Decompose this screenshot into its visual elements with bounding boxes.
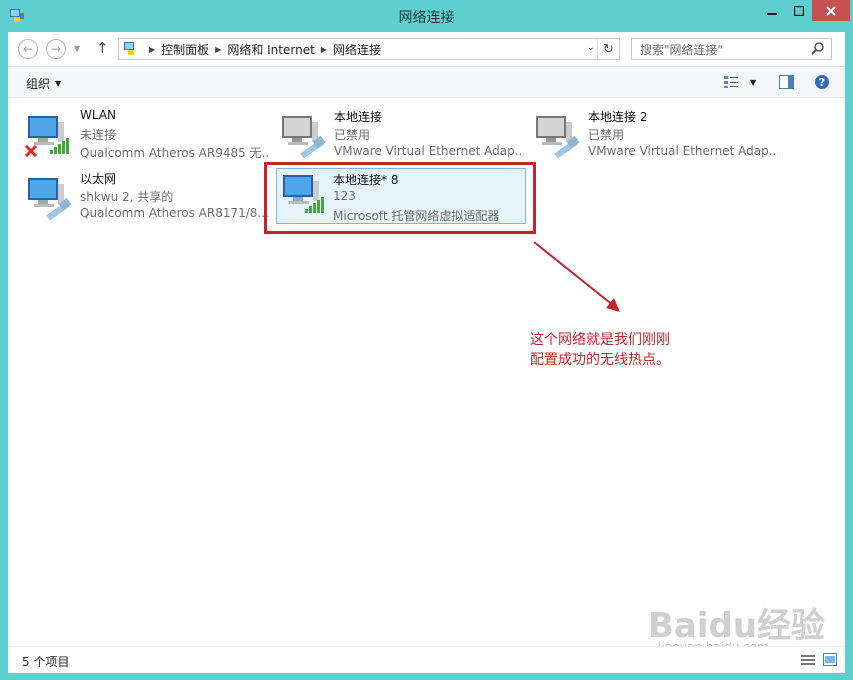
view-options-icon: [724, 76, 738, 88]
address-bar[interactable]: ▶ 控制面板 ▶ 网络和 Internet ▶ 网络连接 ⌄ ↻: [118, 38, 620, 60]
connection-name: 以太网: [80, 172, 117, 186]
connection-device: VMware Virtual Ethernet Adap...: [334, 144, 524, 158]
change-view-button[interactable]: ▼: [724, 75, 756, 89]
help-button[interactable]: ?: [814, 74, 830, 93]
control-panel-icon: [123, 40, 139, 59]
connection-name: 本地连接: [334, 110, 383, 124]
annotation-line-1: 这个网络就是我们刚刚: [530, 332, 670, 348]
search-box[interactable]: 搜索"网络连接": [631, 38, 832, 60]
connection-item-local-2[interactable]: 本地连接 2 已禁用 VMware Virtual Ethernet Adap.…: [524, 104, 778, 162]
close-button[interactable]: [812, 0, 850, 21]
maximize-button[interactable]: [786, 0, 812, 21]
large-icons-view-button[interactable]: [823, 653, 837, 669]
breadcrumb-separator-icon[interactable]: ▶: [215, 45, 221, 54]
connections-list: WLAN 未连接 Qualcomm Atheros AR9485 无... 本地…: [8, 98, 845, 654]
back-button[interactable]: ←: [18, 39, 38, 59]
annotation-text: 这个网络就是我们刚刚 配置成功的无线热点。: [530, 330, 670, 370]
connection-item-wlan[interactable]: WLAN 未连接 Qualcomm Atheros AR9485 无...: [16, 104, 270, 162]
explorer-window: ← → ▼ ↑ ▶ 控制面板 ▶ 网络和 Internet ▶ 网络连接 ⌄ ↻…: [8, 32, 845, 673]
search-input[interactable]: 搜索"网络连接": [640, 41, 723, 58]
address-dropdown-icon[interactable]: ⌄: [587, 42, 595, 53]
search-icon[interactable]: [811, 41, 825, 58]
details-view-icon: [801, 655, 815, 665]
annotation-line-2: 配置成功的无线热点。: [530, 352, 670, 368]
svg-text:?: ?: [819, 76, 825, 89]
connection-item-ethernet[interactable]: 以太网 shkwu 2, 共享的 Qualcomm Atheros AR8171…: [16, 166, 269, 224]
item-count: 5 个项目: [22, 655, 70, 669]
breadcrumb-control-panel[interactable]: 控制面板: [161, 41, 209, 58]
connection-status: 未连接: [80, 128, 117, 142]
connection-status: 已禁用: [334, 128, 371, 142]
chevron-down-icon: ▼: [55, 79, 62, 88]
breadcrumb-separator-icon[interactable]: ▶: [321, 45, 327, 54]
breadcrumb-network-internet[interactable]: 网络和 Internet: [227, 41, 314, 58]
annotation-arrow: [533, 241, 620, 312]
breadcrumb: ▶ 控制面板 ▶ 网络和 Internet ▶ 网络连接: [143, 41, 381, 58]
ethernet-adapter-disabled-icon: [278, 112, 328, 162]
help-icon: ?: [815, 75, 829, 89]
connection-item-local-1[interactable]: 本地连接 已禁用 VMware Virtual Ethernet Adap...: [270, 104, 524, 162]
wireless-adapter-disconnected-icon: [24, 112, 74, 162]
recent-locations-chevron-icon[interactable]: ▼: [74, 44, 80, 53]
connection-status: 已禁用: [588, 128, 625, 142]
forward-button[interactable]: →: [46, 39, 66, 59]
view-chevron-down-icon[interactable]: ▼: [750, 78, 756, 87]
title-bar: 网络连接: [0, 0, 853, 32]
connection-name: 本地连接 2: [588, 110, 648, 124]
status-bar: 5 个项目: [8, 646, 845, 673]
connection-device: Qualcomm Atheros AR9485 无...: [80, 146, 270, 160]
preview-pane-icon: [779, 75, 794, 89]
window-title: 网络连接: [398, 10, 455, 26]
connection-device: Qualcomm Atheros AR8171/8...: [80, 206, 269, 220]
up-button[interactable]: ↑: [96, 39, 109, 57]
breadcrumb-separator-icon[interactable]: ▶: [149, 45, 155, 54]
organize-label: 组织: [26, 77, 51, 91]
ethernet-adapter-disabled-icon: [532, 112, 582, 162]
organize-button[interactable]: 组织 ▼: [26, 75, 61, 92]
connection-device: VMware Virtual Ethernet Adap...: [588, 144, 778, 158]
connection-status: shkwu 2, 共享的: [80, 190, 174, 204]
navigation-bar: ← → ▼ ↑ ▶ 控制面板 ▶ 网络和 Internet ▶ 网络连接 ⌄ ↻…: [8, 32, 845, 67]
command-bar: 组织 ▼ ▼ ?: [8, 67, 845, 98]
large-icons-view-icon: [823, 653, 837, 666]
highlight-box: [264, 162, 536, 234]
refresh-button[interactable]: ↻: [597, 39, 619, 59]
preview-pane-button[interactable]: [779, 75, 794, 92]
connection-name: WLAN: [80, 108, 117, 122]
ethernet-adapter-icon: [24, 174, 74, 224]
breadcrumb-network-connections[interactable]: 网络连接: [333, 41, 381, 58]
minimize-button[interactable]: [758, 0, 786, 21]
details-view-button[interactable]: [801, 654, 815, 669]
